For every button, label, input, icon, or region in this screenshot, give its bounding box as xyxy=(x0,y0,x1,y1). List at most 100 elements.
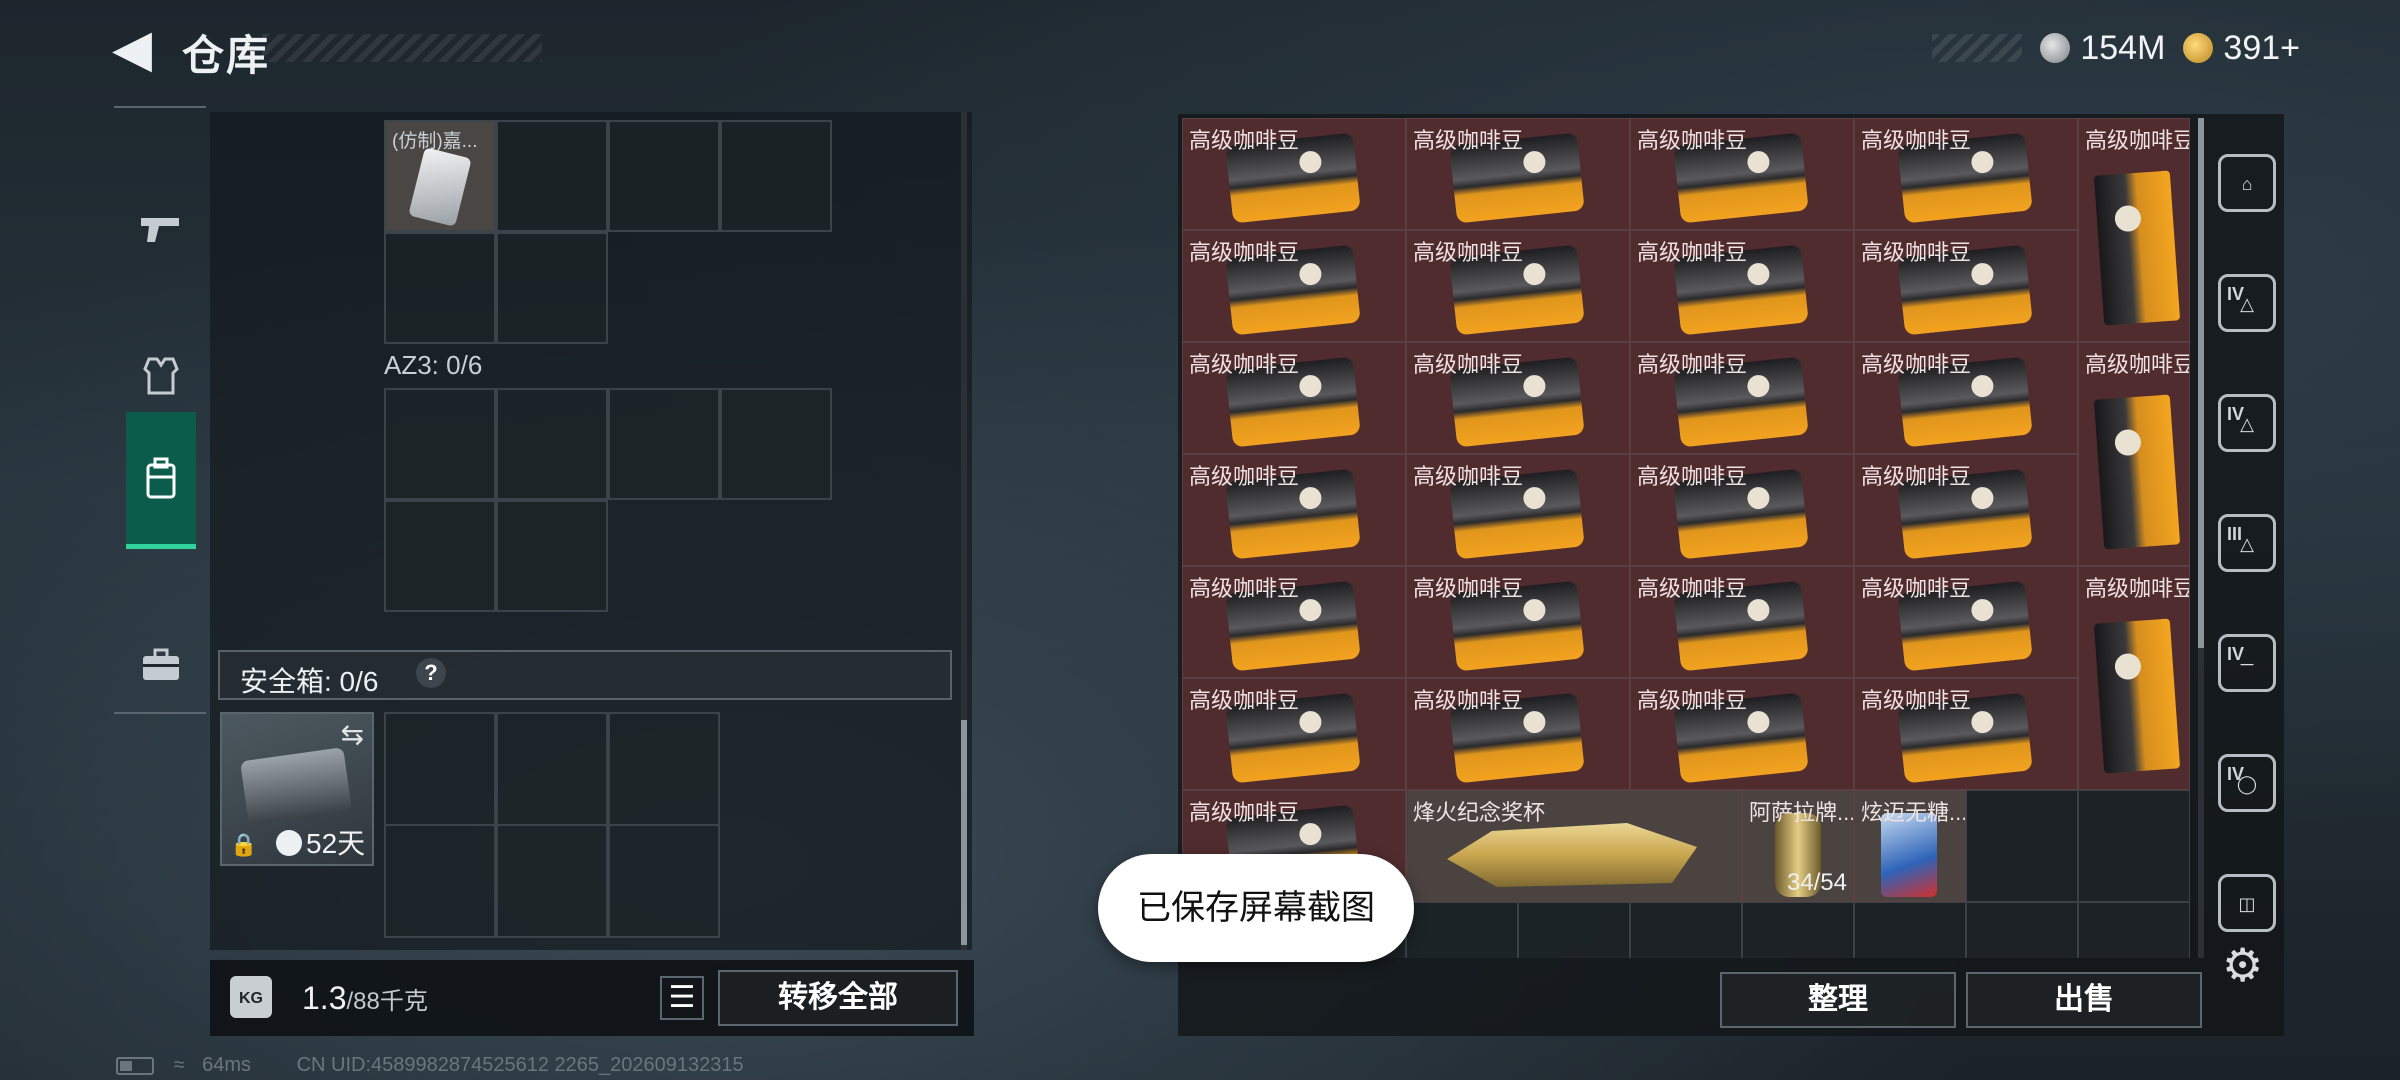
coffee-bean-item[interactable]: 高级咖啡豆 xyxy=(1854,230,2078,342)
weight-bar: KG 1.3/88千克 ☰ 转移全部 xyxy=(210,960,974,1036)
safebox-container[interactable]: ⇆ 🔒 52天 xyxy=(220,712,374,866)
coffee-bean-item[interactable]: 高级咖啡豆 xyxy=(1182,342,1406,454)
gold-currency-value: 391+ xyxy=(2223,28,2300,67)
backpack-slot-item[interactable]: (仿制)嘉... xyxy=(384,120,496,232)
device-item-icon xyxy=(408,147,472,227)
item-name: 高级咖啡豆 xyxy=(2085,128,2190,153)
coffee-bean-item[interactable]: 高级咖啡豆 xyxy=(2078,342,2190,566)
storage-cell[interactable] xyxy=(2078,790,2190,902)
coffee-bean-item[interactable]: 高级咖啡豆 xyxy=(1406,454,1630,566)
medal-item[interactable]: 阿萨拉牌... 34/54 xyxy=(1742,790,1854,902)
item-name: 高级咖啡豆 xyxy=(1637,240,1748,265)
kg-weight-icon: KG xyxy=(230,976,272,1018)
az3-slot[interactable] xyxy=(384,388,496,500)
sell-button[interactable]: 出售 xyxy=(1966,972,2202,1028)
attachment-tier-icon[interactable]: IV ◯ xyxy=(2218,754,2276,812)
back-arrow-icon[interactable]: ◀ xyxy=(112,22,162,76)
storage-cell[interactable] xyxy=(1406,902,1518,958)
backpack-slot[interactable] xyxy=(608,120,720,232)
safebox-slot[interactable] xyxy=(496,712,608,826)
az3-slot[interactable] xyxy=(496,388,608,500)
transfer-all-button[interactable]: 转移全部 xyxy=(718,970,958,1026)
coffee-bean-item[interactable]: 高级咖啡豆 xyxy=(2078,118,2190,342)
coffee-bean-item[interactable]: 高级咖啡豆 xyxy=(1406,230,1630,342)
coffee-bean-item[interactable]: 高级咖啡豆 xyxy=(1182,454,1406,566)
storage-cell[interactable] xyxy=(2078,902,2190,958)
backpack-scroll-thumb[interactable] xyxy=(961,720,967,945)
armor-tier-icon[interactable]: IV △ xyxy=(2218,394,2276,452)
safebox-duration: 52天 xyxy=(306,828,366,859)
coffee-bean-item[interactable]: 高级咖啡豆 xyxy=(1630,678,1854,790)
weapon-tier-icon[interactable]: IV ─ xyxy=(2218,634,2276,692)
item-count: 34/54 xyxy=(1786,869,1847,896)
storage-cell[interactable] xyxy=(1518,902,1630,958)
list-view-icon[interactable]: ☰ xyxy=(660,976,704,1020)
gum-item[interactable]: 炫迈无糖... xyxy=(1854,790,1966,902)
backpack-slot[interactable] xyxy=(496,232,608,344)
item-name: 高级咖啡豆 xyxy=(1861,128,1972,153)
coffee-bean-item[interactable]: 高级咖啡豆 xyxy=(1406,342,1630,454)
item-name: 炫迈无糖... xyxy=(1861,800,1966,825)
coffee-bean-item[interactable]: 高级咖啡豆 xyxy=(1182,678,1406,790)
top-bar: ◀ 仓库 154M 391+ xyxy=(0,0,2400,100)
coffee-bean-item[interactable]: 高级咖啡豆 xyxy=(1630,454,1854,566)
silver-currency-value: 154M xyxy=(2080,28,2166,67)
item-name: 高级咖啡豆 xyxy=(1637,576,1748,601)
safebox-slot[interactable] xyxy=(384,712,496,826)
item-name: 高级咖啡豆 xyxy=(1637,464,1748,489)
sort-button[interactable]: 整理 xyxy=(1720,972,1956,1028)
coffee-bean-item[interactable]: 高级咖啡豆 xyxy=(1854,678,2078,790)
coffee-bean-item[interactable]: 高级咖啡豆 xyxy=(2078,566,2190,790)
item-name: 高级咖啡豆 xyxy=(1413,576,1524,601)
coffee-bean-item[interactable]: 高级咖啡豆 xyxy=(1630,342,1854,454)
coffee-bean-item[interactable]: 高级咖啡豆 xyxy=(1406,118,1630,230)
coffee-bean-item[interactable]: 高级咖啡豆 xyxy=(1182,566,1406,678)
storage-cell[interactable] xyxy=(1854,902,1966,958)
storage-cell[interactable] xyxy=(1630,902,1742,958)
ammo-box-icon[interactable]: ◫ xyxy=(2218,874,2276,932)
item-name: 高级咖啡豆 xyxy=(1413,352,1524,377)
coffee-bean-item[interactable]: 高级咖啡豆 xyxy=(1406,566,1630,678)
backpack-slot[interactable] xyxy=(384,232,496,344)
sidebar-item-weapons[interactable] xyxy=(126,160,196,298)
coffee-bean-item[interactable]: 高级咖啡豆 xyxy=(1630,230,1854,342)
screenshot-saved-toast: 已保存屏幕截图 xyxy=(1098,854,1414,962)
silver-currency[interactable]: 154M xyxy=(2040,29,2165,68)
coffee-bean-item[interactable]: 高级咖啡豆 xyxy=(1854,118,2078,230)
safebox-slot[interactable] xyxy=(496,824,608,938)
az3-slot[interactable] xyxy=(384,500,496,612)
storage-scroll-thumb[interactable] xyxy=(2198,118,2204,648)
coffee-bean-item[interactable]: 高级咖啡豆 xyxy=(1854,342,2078,454)
sidebar-item-toolbox[interactable] xyxy=(126,596,196,734)
item-name: 高级咖啡豆 xyxy=(1861,464,1972,489)
safebox-slot[interactable] xyxy=(384,824,496,938)
coffee-bean-item[interactable]: 高级咖啡豆 xyxy=(1406,678,1630,790)
help-icon[interactable]: ? xyxy=(416,658,446,688)
swap-icon[interactable]: ⇆ xyxy=(341,718,364,751)
item-name: 高级咖啡豆 xyxy=(1413,240,1524,265)
az3-slot[interactable] xyxy=(720,388,832,500)
az3-slot[interactable] xyxy=(608,388,720,500)
safebox-slot[interactable] xyxy=(608,824,720,938)
helmet-tier-icon[interactable]: IV △ xyxy=(2218,274,2276,332)
coffee-bean-item[interactable]: 高级咖啡豆 xyxy=(1854,454,2078,566)
filter-column: ⌂ IV △ IV △ III △ IV ─ IV ◯ ◫ ⚙ xyxy=(2208,118,2284,988)
backpack-slot[interactable] xyxy=(720,120,832,232)
safebox-slot[interactable] xyxy=(608,712,720,826)
coffee-bean-item[interactable]: 高级咖啡豆 xyxy=(1854,566,2078,678)
storage-cell[interactable] xyxy=(1742,902,1854,958)
backpack-slot[interactable] xyxy=(496,120,608,232)
storage-cell[interactable] xyxy=(1966,790,2078,902)
gear-icon[interactable]: ⚙ xyxy=(2222,942,2263,988)
coffee-bean-item[interactable]: 高级咖啡豆 xyxy=(1182,230,1406,342)
coffee-bean-item[interactable]: 高级咖啡豆 xyxy=(1182,118,1406,230)
storage-cell[interactable] xyxy=(1966,902,2078,958)
gold-currency[interactable]: 391+ xyxy=(2183,29,2300,68)
coffee-bean-item[interactable]: 高级咖啡豆 xyxy=(1630,566,1854,678)
az3-slot[interactable] xyxy=(496,500,608,612)
coffee-bean-item[interactable]: 高级咖啡豆 xyxy=(1630,118,1854,230)
sidebar-item-backpack[interactable] xyxy=(126,412,196,549)
all-items-icon[interactable]: ⌂ xyxy=(2218,154,2276,212)
trophy-item[interactable]: 烽火纪念奖杯 xyxy=(1406,790,1742,902)
rig-tier-icon[interactable]: III △ xyxy=(2218,514,2276,572)
